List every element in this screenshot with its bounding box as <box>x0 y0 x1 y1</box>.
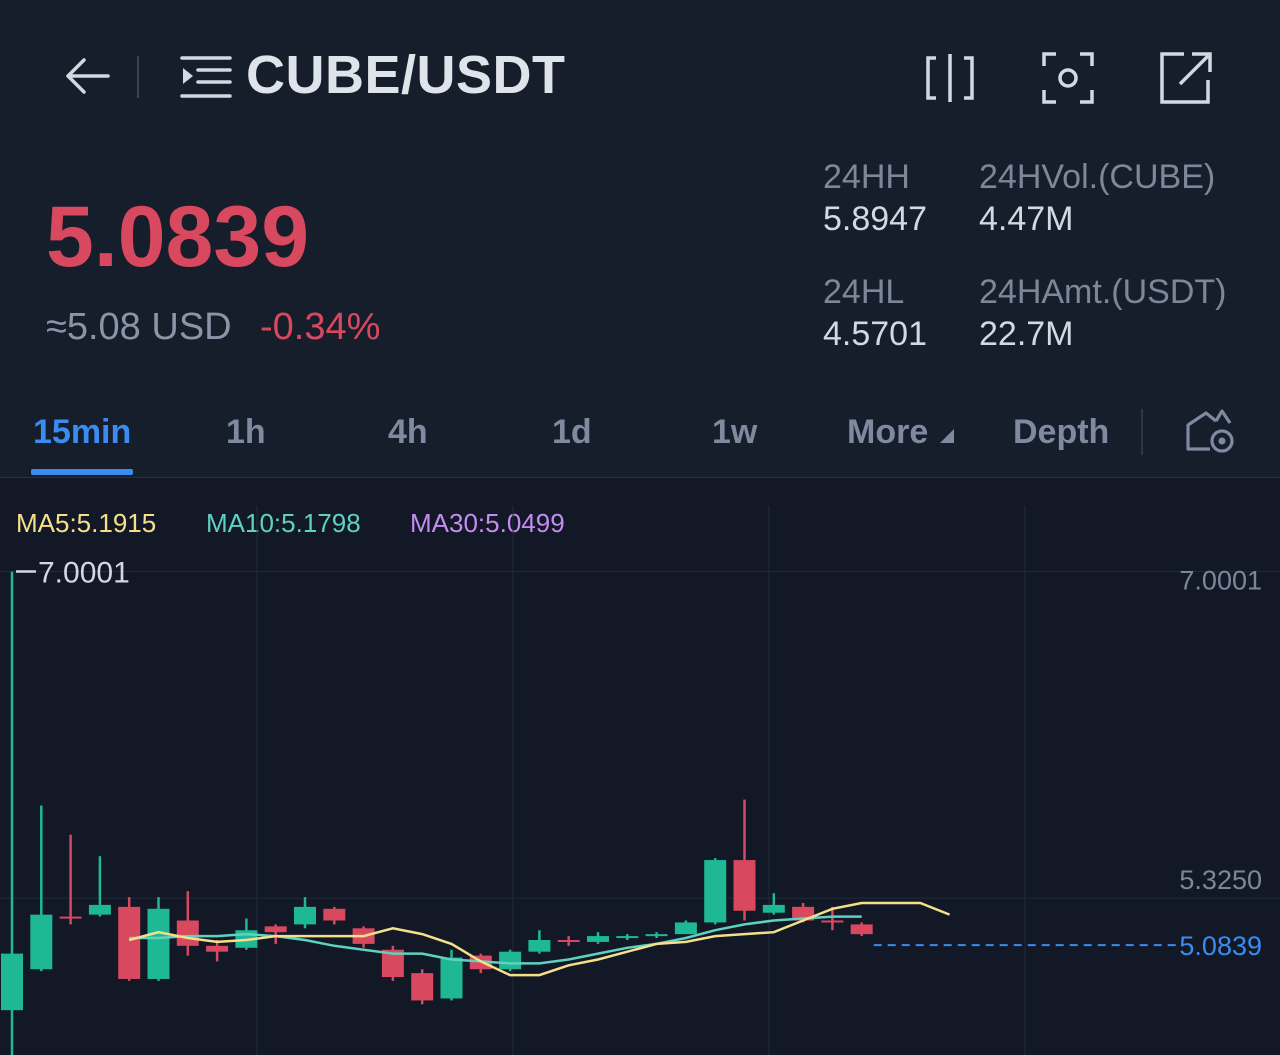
external-link-icon <box>1160 52 1212 104</box>
current-price-label: 5.0839 <box>1179 931 1262 961</box>
list-menu-icon <box>180 56 232 98</box>
candle-7 <box>206 939 229 962</box>
split-view-button[interactable] <box>922 50 978 106</box>
split-screen-icon <box>926 54 974 102</box>
candle-6 <box>176 891 199 956</box>
candle-29 <box>850 922 873 937</box>
candle-body <box>206 945 229 952</box>
candle-body <box>440 957 463 999</box>
interval-tabs: 15min 1h 4h 1d 1w More Depth <box>0 395 1280 478</box>
candle-28 <box>821 906 844 931</box>
volume-value: 4.47M <box>979 200 1074 238</box>
candle-body <box>557 939 580 942</box>
candle-body <box>762 904 785 913</box>
amount-label: 24HAmt.(USDT) <box>979 273 1227 311</box>
share-button[interactable] <box>1158 50 1214 106</box>
candle-body <box>499 951 522 970</box>
candle-body <box>88 904 111 915</box>
candle-body <box>264 926 287 933</box>
kline-chart[interactable]: MA5:5.1915 MA10:5.1798 MA30:5.0499 7.000… <box>0 478 1280 1055</box>
tab-15min[interactable]: 15min <box>33 413 131 452</box>
candle-0 <box>1 571 23 1055</box>
tab-1d[interactable]: 1d <box>552 413 592 452</box>
back-button[interactable] <box>62 52 114 100</box>
candle-9 <box>264 924 287 944</box>
high-value: 5.8947 <box>823 200 927 238</box>
candle-26 <box>762 893 785 915</box>
price-change-percent: -0.34% <box>260 306 381 348</box>
low-value: 4.5701 <box>823 315 927 353</box>
tab-4h[interactable]: 4h <box>388 413 428 452</box>
candle-2 <box>59 834 82 925</box>
candle-body <box>587 936 609 942</box>
chart-settings-icon <box>1186 409 1234 453</box>
candlestick-chart: 7.0001 7.0001 5.3250 5.0839 <box>0 506 1280 1055</box>
max-price-label: 7.0001 <box>38 557 130 590</box>
candle-23 <box>674 920 697 935</box>
axis-label-top: 7.0001 <box>1179 566 1262 596</box>
candle-body <box>1 953 23 1011</box>
tab-1h[interactable]: 1h <box>226 413 266 452</box>
header-divider <box>137 56 139 98</box>
arrow-left-icon <box>66 58 110 94</box>
candle-1 <box>30 805 53 972</box>
candle-14 <box>411 969 434 1005</box>
chart-settings-button[interactable] <box>1184 407 1238 457</box>
candle-17 <box>499 949 522 972</box>
candle-18 <box>528 930 551 954</box>
candle-body <box>411 973 434 1001</box>
candle-3 <box>88 856 111 917</box>
candle-11 <box>323 906 346 925</box>
candle-body <box>850 924 873 935</box>
candle-19 <box>557 936 580 946</box>
candle-body <box>733 860 756 911</box>
candle-body <box>821 920 844 923</box>
candle-body <box>704 860 727 923</box>
candle-22 <box>645 932 668 939</box>
candle-body <box>59 916 82 919</box>
candle-10 <box>294 897 316 929</box>
high-label: 24HH <box>823 158 910 196</box>
candle-body <box>176 920 199 946</box>
axis-label-mid: 5.3250 <box>1179 865 1262 895</box>
candle-body <box>118 906 141 979</box>
candle-25 <box>733 799 756 921</box>
last-price: 5.0839 <box>46 189 310 285</box>
active-tab-indicator <box>31 469 133 475</box>
low-label: 24HL <box>823 273 905 311</box>
volume-label: 24HVol.(CUBE) <box>979 158 1216 196</box>
candle-21 <box>616 934 639 940</box>
candle-body <box>528 939 551 952</box>
tab-more[interactable]: More <box>847 413 954 452</box>
candle-body <box>674 922 697 935</box>
screenshot-button[interactable] <box>1040 50 1096 106</box>
candle-13 <box>381 945 404 981</box>
scan-icon <box>1042 52 1094 104</box>
candle-20 <box>587 932 609 944</box>
tab-depth[interactable]: Depth <box>1013 413 1109 452</box>
candle-body <box>616 936 639 939</box>
candle-body <box>323 908 346 921</box>
usd-approx-price: ≈5.08 USD <box>46 306 232 348</box>
candle-body <box>147 908 170 979</box>
header-bar: CUBE/USDT <box>0 0 1280 150</box>
tab-1w[interactable]: 1w <box>712 413 757 452</box>
candle-body <box>30 914 53 970</box>
tab-more-label: More <box>847 413 929 451</box>
amount-value: 22.7M <box>979 315 1074 353</box>
candle-24 <box>704 858 727 925</box>
pair-list-button[interactable] <box>180 54 232 100</box>
candle-body <box>645 934 668 937</box>
candle-body <box>294 906 316 925</box>
pair-title[interactable]: CUBE/USDT <box>246 44 566 106</box>
tabs-divider <box>1141 409 1143 455</box>
caret-down-icon <box>939 429 954 443</box>
